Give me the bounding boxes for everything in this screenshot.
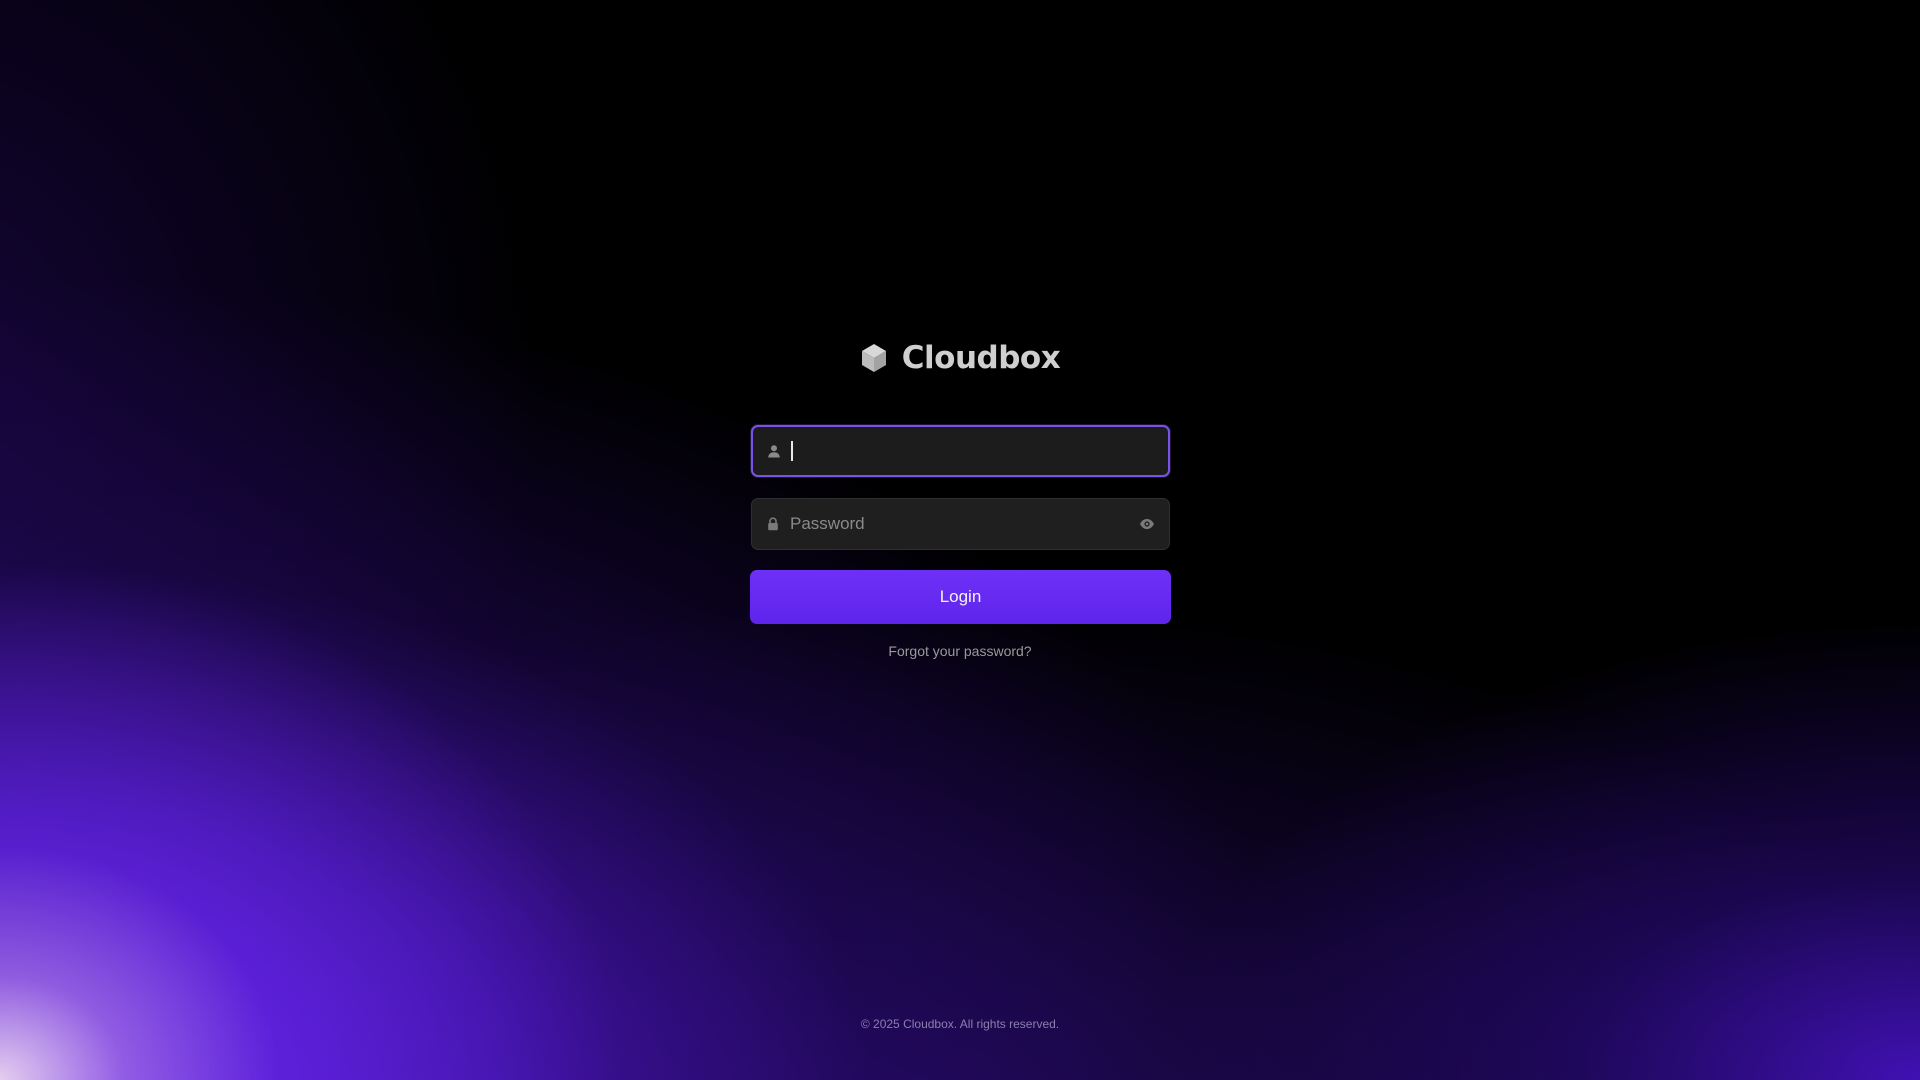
cube-icon bbox=[861, 344, 886, 372]
forgot-password-link[interactable]: Forgot your password? bbox=[0, 643, 1920, 659]
login-button[interactable]: Login bbox=[750, 570, 1171, 624]
username-field[interactable] bbox=[751, 425, 1170, 477]
footer-copyright: © 2025 Cloudbox. All rights reserved. bbox=[860, 1017, 1060, 1031]
password-input[interactable] bbox=[780, 499, 1139, 549]
brand-header: Cloudbox bbox=[0, 340, 1920, 376]
brand-name: Cloudbox bbox=[901, 340, 1061, 376]
lock-icon bbox=[768, 517, 778, 531]
eye-icon[interactable] bbox=[1139, 518, 1155, 530]
user-icon bbox=[768, 445, 780, 458]
username-input[interactable] bbox=[793, 427, 1168, 475]
password-field[interactable] bbox=[751, 498, 1170, 550]
